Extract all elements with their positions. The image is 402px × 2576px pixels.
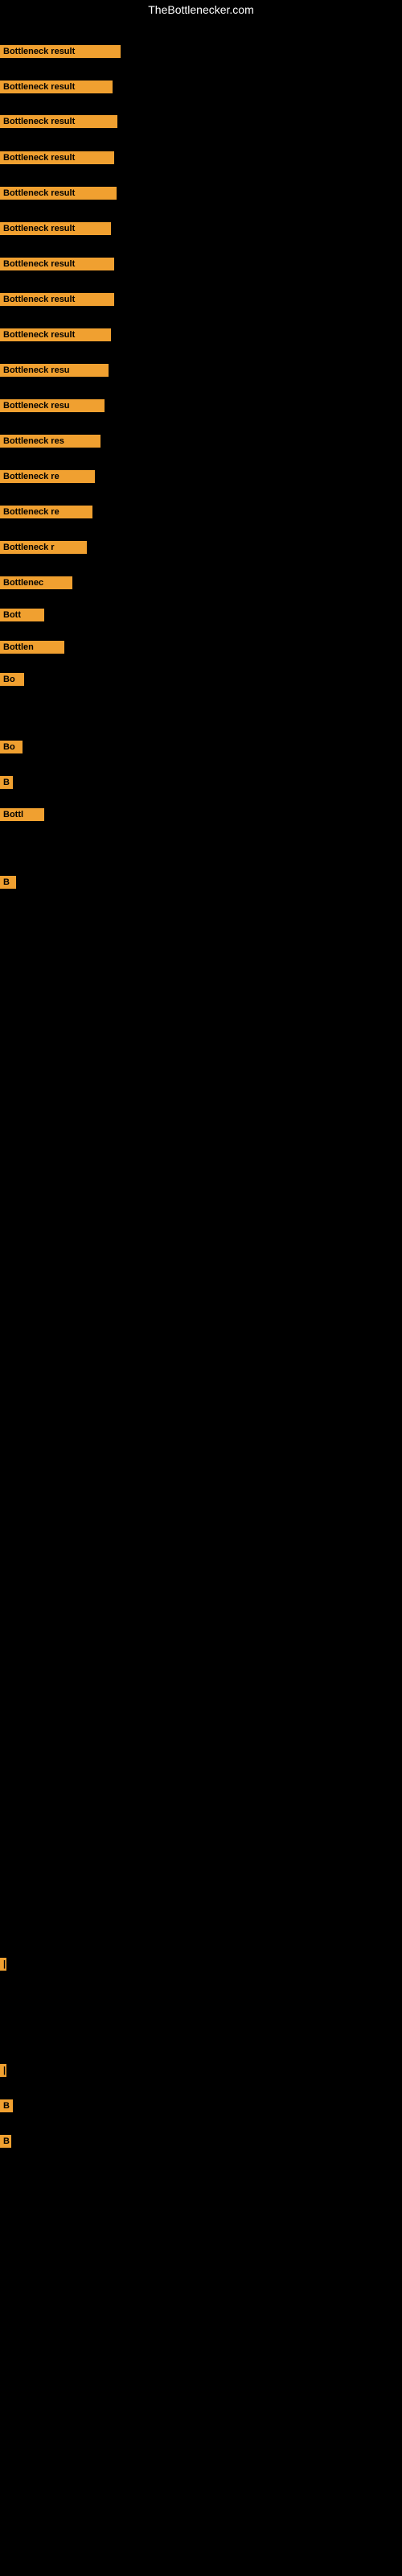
bottleneck-result-badge: Bottleneck re xyxy=(0,506,92,518)
bottleneck-result-badge: Bottleneck result xyxy=(0,187,117,200)
bottleneck-result-badge: Bottleneck result xyxy=(0,293,114,306)
bottleneck-result-badge: B xyxy=(0,2135,11,2148)
bottleneck-result-badge: Bottleneck result xyxy=(0,115,117,128)
bottleneck-result-badge: Bottlenec xyxy=(0,576,72,589)
bottleneck-result-badge: B xyxy=(0,2099,13,2112)
bottleneck-result-badge: Bottleneck result xyxy=(0,222,111,235)
site-title: TheBottlenecker.com xyxy=(0,0,402,19)
bottleneck-result-badge: Bottleneck result xyxy=(0,151,114,164)
bottleneck-result-badge: Bo xyxy=(0,673,24,686)
bottleneck-result-badge: Bottleneck r xyxy=(0,541,87,554)
bottleneck-result-badge: Bo xyxy=(0,741,23,753)
bottleneck-result-badge: Bottleneck result xyxy=(0,45,121,58)
bottleneck-result-badge: Bottl xyxy=(0,808,44,821)
bottleneck-result-badge: Bottleneck result xyxy=(0,80,113,93)
bottleneck-result-badge: Bottleneck resu xyxy=(0,364,109,377)
bottleneck-result-badge: Bottleneck res xyxy=(0,435,100,448)
bottleneck-result-badge: Bott xyxy=(0,609,44,621)
bottleneck-result-badge: Bottleneck result xyxy=(0,258,114,270)
bottleneck-result-badge: B xyxy=(0,876,16,889)
bottleneck-result-badge: | xyxy=(0,1958,6,1971)
bottleneck-result-badge: Bottleneck result xyxy=(0,328,111,341)
bottleneck-result-badge: Bottleneck re xyxy=(0,470,95,483)
bottleneck-result-badge: | xyxy=(0,2064,6,2077)
bottleneck-result-badge: Bottleneck resu xyxy=(0,399,105,412)
bottleneck-result-badge: B xyxy=(0,776,13,789)
bottleneck-result-badge: Bottlen xyxy=(0,641,64,654)
